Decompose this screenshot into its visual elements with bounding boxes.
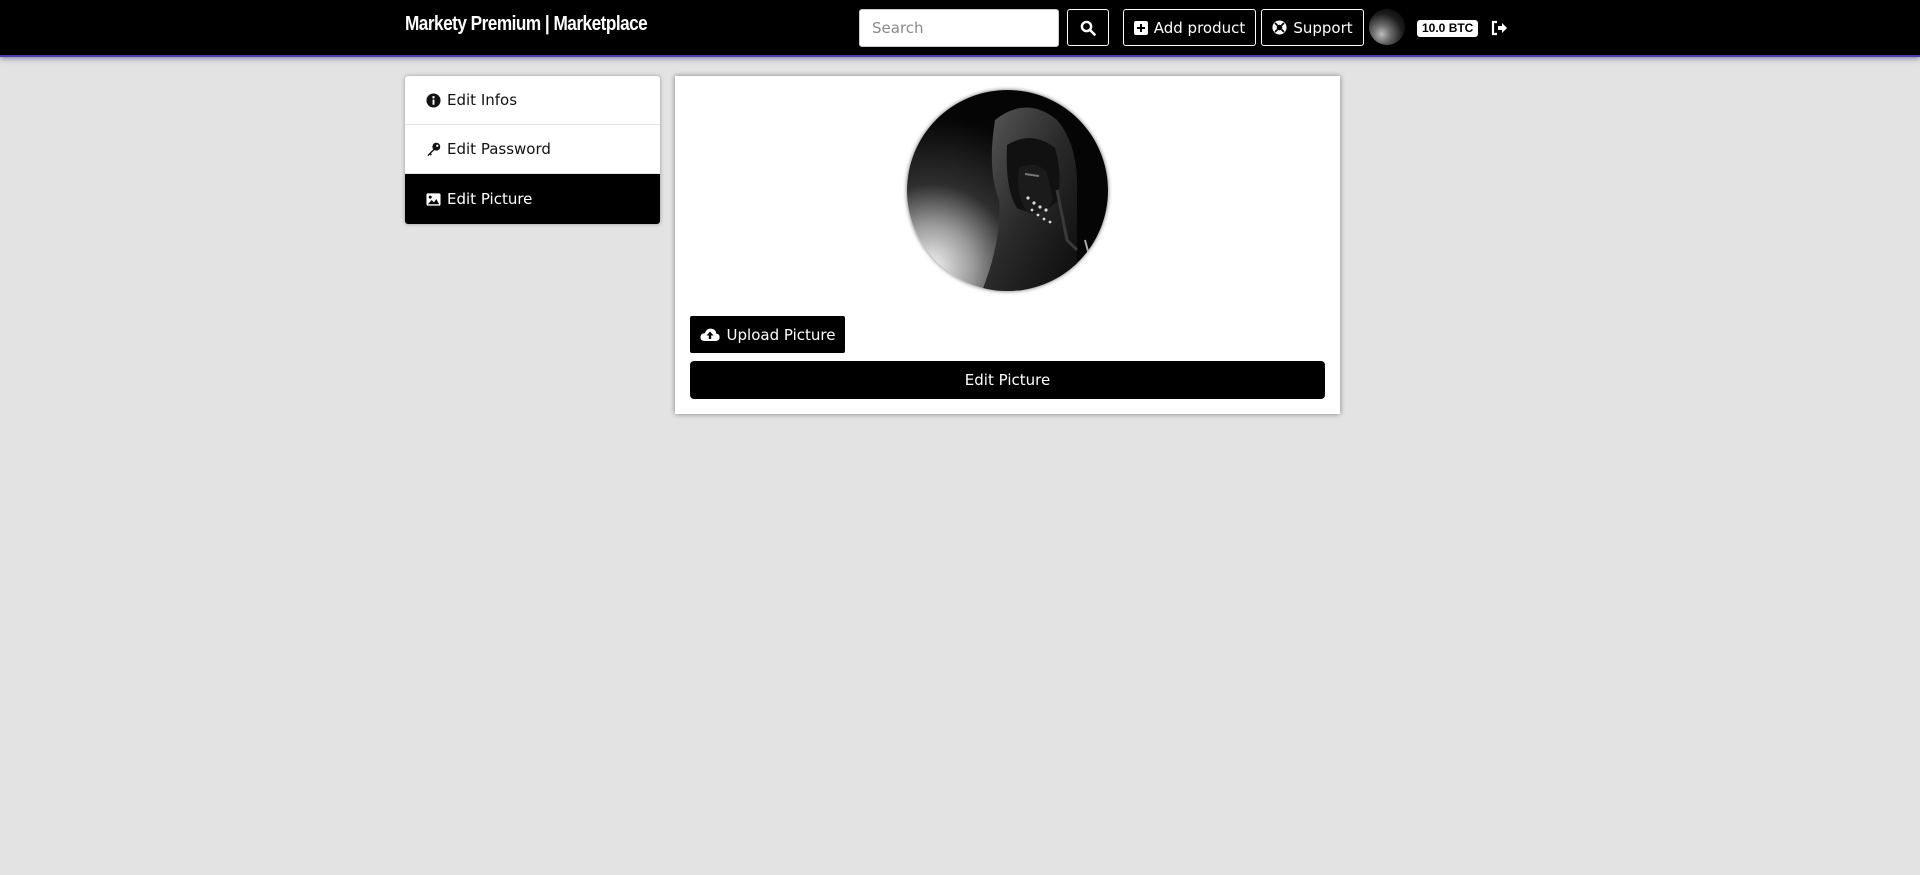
menu-item-label: Edit Picture (447, 190, 533, 208)
life-ring-icon (1272, 20, 1287, 35)
balance-badge: 10.0 BTC (1417, 20, 1479, 37)
support-button[interactable]: Support (1261, 9, 1364, 46)
search-button[interactable] (1067, 9, 1109, 46)
menu-item-edit-password[interactable]: Edit Password (405, 125, 660, 174)
key-icon (427, 142, 441, 156)
top-navbar: Markety Premium | Marketplace Add produc… (0, 0, 1920, 55)
upload-picture-button[interactable]: Upload Picture (690, 316, 845, 353)
plus-square-icon (1133, 20, 1148, 35)
edit-picture-submit-button[interactable]: Edit Picture (690, 361, 1325, 399)
support-label: Support (1293, 18, 1353, 37)
profile-picture (907, 90, 1108, 291)
search-icon (1080, 20, 1096, 36)
menu-item-label: Edit Infos (447, 91, 518, 109)
profile-settings-menu: Edit Infos Edit Password Edit Picture (405, 76, 660, 224)
sign-out-icon[interactable] (1490, 19, 1508, 37)
add-product-label: Add product (1153, 18, 1246, 37)
cloud-upload-icon (699, 328, 720, 341)
menu-item-edit-picture[interactable]: Edit Picture (405, 174, 660, 224)
upload-picture-label: Upload Picture (726, 325, 836, 344)
info-circle-icon (426, 92, 441, 108)
menu-item-label: Edit Password (447, 140, 551, 158)
add-product-button[interactable]: Add product (1123, 9, 1256, 46)
edit-picture-card: Upload Picture Edit Picture (675, 76, 1340, 414)
image-icon (426, 192, 441, 206)
menu-item-edit-infos[interactable]: Edit Infos (405, 76, 660, 125)
brand-title[interactable]: Markety Premium | Marketplace (405, 13, 648, 36)
search-input[interactable] (859, 9, 1059, 47)
user-avatar[interactable] (1369, 9, 1405, 45)
